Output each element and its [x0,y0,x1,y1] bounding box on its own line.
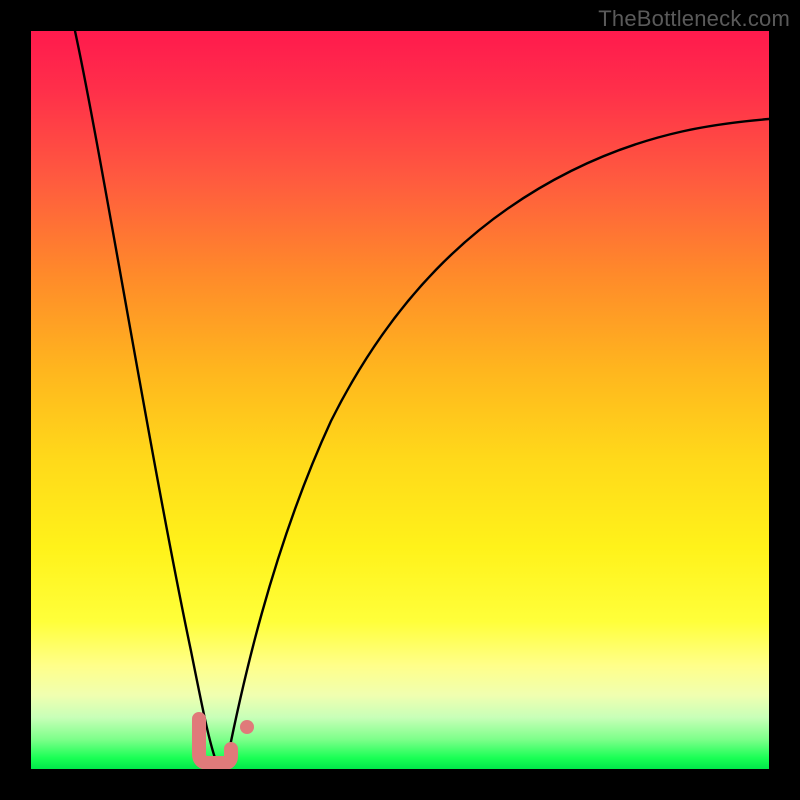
chart-frame: TheBottleneck.com [0,0,800,800]
curve-layer [31,31,769,769]
valley-marker [199,719,231,763]
plot-area [31,31,769,769]
watermark-text: TheBottleneck.com [598,6,790,32]
right-dot [240,720,254,734]
curve-right-branch [227,119,769,761]
curve-left-branch [75,31,216,761]
